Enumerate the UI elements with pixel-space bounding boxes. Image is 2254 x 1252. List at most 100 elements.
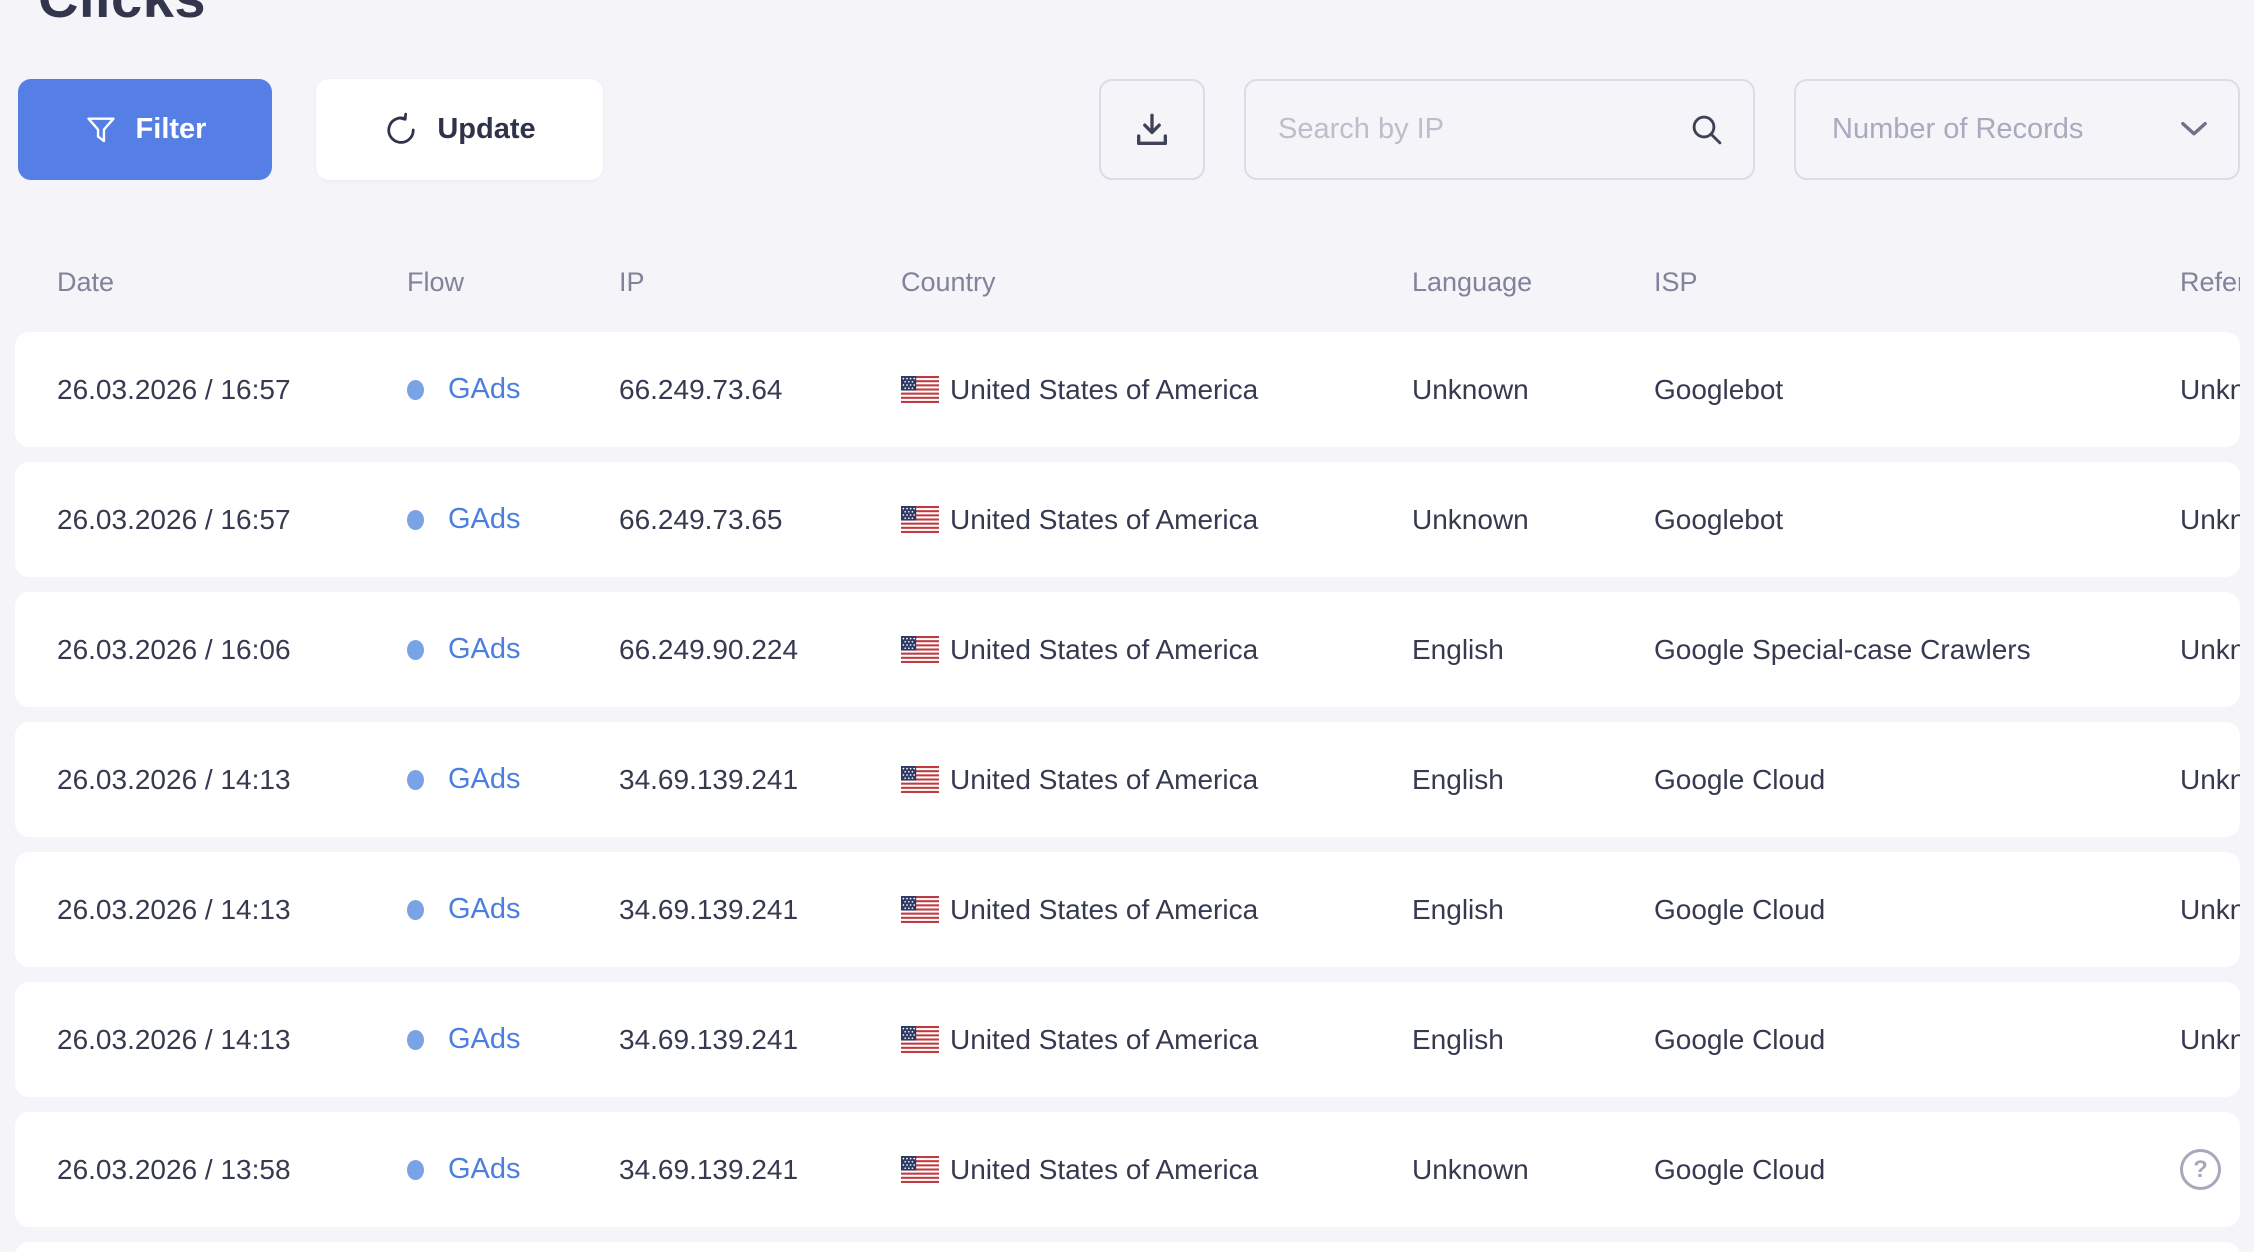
dot-icon (407, 380, 424, 400)
records-dropdown[interactable]: Number of Records (1794, 79, 2240, 180)
cell-date: 26.03.2026 / 14:13 (57, 894, 407, 926)
country-label: United States of America (950, 764, 1258, 796)
cell-date: 26.03.2026 / 16:57 (57, 374, 407, 406)
clicks-page: Clicks Filter Update Number of Records (0, 0, 2254, 1252)
cell-date: 26.03.2026 / 16:06 (57, 634, 407, 666)
cell-flow: GAds (407, 373, 619, 406)
table-row: 26.03.2026 / 14:13 GAds 34.69.139.241 (15, 852, 2240, 967)
column-header-ip: IP (619, 267, 901, 298)
cell-language: Unknown (1412, 504, 1654, 536)
country-label: United States of America (950, 1154, 1258, 1186)
search-icon[interactable] (1689, 112, 1725, 148)
table-row: 26.03.2026 / 16:57 GAds 66.249.73.64 (15, 332, 2240, 447)
cell-date: 26.03.2026 / 14:13 (57, 1024, 407, 1056)
table-row: 26.03.2026 / 16:06 GAds 66.249.90.224 (15, 592, 2240, 707)
dot-icon (407, 510, 424, 530)
flow-link[interactable]: GAds (448, 763, 521, 796)
column-header-referrer: Referrer (2180, 267, 2240, 298)
cell-referrer: Unknown (2180, 894, 2240, 926)
flow-link[interactable]: GAds (448, 633, 521, 666)
records-dropdown-label: Number of Records (1832, 113, 2083, 146)
refresh-icon (383, 112, 419, 148)
us-flag-icon (901, 766, 939, 793)
us-flag-icon (901, 1026, 939, 1053)
cell-isp: Google Cloud (1654, 894, 2180, 926)
cell-referrer: Unknown (2180, 504, 2240, 536)
flow-link[interactable]: GAds (448, 503, 521, 536)
cell-language: English (1412, 1024, 1654, 1056)
cell-flow: GAds (407, 763, 619, 796)
cell-ip: 66.249.73.65 (619, 504, 901, 536)
cell-country: United States of America (901, 1024, 1412, 1056)
cell-flow: GAds (407, 893, 619, 926)
column-header-flow: Flow (407, 267, 619, 298)
chevron-down-icon (2180, 121, 2208, 138)
column-header-language: Language (1412, 267, 1654, 298)
cell-isp: Google Cloud (1654, 1154, 2180, 1186)
cell-ip: 34.69.139.241 (619, 894, 901, 926)
cell-ip: 66.249.90.224 (619, 634, 901, 666)
cell-isp: Google Cloud (1654, 764, 2180, 796)
cell-referrer: Unknown (2180, 634, 2240, 666)
filter-button-label: Filter (136, 113, 207, 146)
cell-language: Unknown (1412, 374, 1654, 406)
table-header: Date Flow IP Country Language ISP Referr… (15, 256, 2240, 308)
cell-language: Unknown (1412, 1154, 1654, 1186)
cell-ip: 34.69.139.241 (619, 1154, 901, 1186)
cell-country: United States of America (901, 764, 1412, 796)
cell-referrer: ? (2180, 1149, 2240, 1190)
cell-country: United States of America (901, 894, 1412, 926)
flow-link[interactable]: GAds (448, 1153, 521, 1186)
cell-referrer: Unknown (2180, 1024, 2240, 1056)
cell-country: United States of America (901, 504, 1412, 536)
column-header-isp: ISP (1654, 267, 2180, 298)
country-label: United States of America (950, 1024, 1258, 1056)
dot-icon (407, 1160, 424, 1180)
download-icon (1132, 110, 1172, 150)
dot-icon (407, 770, 424, 790)
table-row: 26.03.2026 / 14:13 GAds 34.69.139.241 (15, 722, 2240, 837)
country-label: United States of America (950, 374, 1258, 406)
table-body: 26.03.2026 / 16:57 GAds 66.249.73.64 (15, 332, 2240, 1242)
cell-date: 26.03.2026 / 16:57 (57, 504, 407, 536)
cell-isp: Googlebot (1654, 504, 2180, 536)
dot-icon (407, 1030, 424, 1050)
cell-flow: GAds (407, 1023, 619, 1056)
us-flag-icon (901, 506, 939, 533)
dot-icon (407, 640, 424, 660)
flow-link[interactable]: GAds (448, 893, 521, 926)
us-flag-icon (901, 636, 939, 663)
filter-button[interactable]: Filter (18, 79, 272, 180)
cell-ip: 66.249.73.64 (619, 374, 901, 406)
cell-language: English (1412, 764, 1654, 796)
table-row: 26.03.2026 / 16:57 GAds 66.249.73.65 (15, 462, 2240, 577)
flow-link[interactable]: GAds (448, 373, 521, 406)
table-row: 26.03.2026 / 13:58 GAds 34.69.139.241 (15, 1112, 2240, 1227)
help-circle-icon[interactable]: ? (2180, 1149, 2221, 1190)
cell-country: United States of America (901, 1154, 1412, 1186)
update-button[interactable]: Update (316, 79, 603, 180)
dot-icon (407, 900, 424, 920)
country-label: United States of America (950, 894, 1258, 926)
cell-referrer: Unknown (2180, 374, 2240, 406)
export-button[interactable] (1099, 79, 1205, 180)
table-row-partial (15, 1242, 2240, 1252)
search-input[interactable] (1278, 113, 1689, 146)
us-flag-icon (901, 376, 939, 403)
cell-isp: Google Special-case Crawlers (1654, 634, 2180, 666)
cell-isp: Googlebot (1654, 374, 2180, 406)
funnel-icon (84, 113, 118, 147)
cell-flow: GAds (407, 633, 619, 666)
us-flag-icon (901, 1156, 939, 1183)
column-header-country: Country (901, 267, 1412, 298)
country-label: United States of America (950, 634, 1258, 666)
table-row: 26.03.2026 / 14:13 GAds 34.69.139.241 (15, 982, 2240, 1097)
cell-flow: GAds (407, 1153, 619, 1186)
us-flag-icon (901, 896, 939, 923)
country-label: United States of America (950, 504, 1258, 536)
cell-date: 26.03.2026 / 14:13 (57, 764, 407, 796)
cell-ip: 34.69.139.241 (619, 1024, 901, 1056)
cell-country: United States of America (901, 634, 1412, 666)
cell-language: English (1412, 634, 1654, 666)
flow-link[interactable]: GAds (448, 1023, 521, 1056)
